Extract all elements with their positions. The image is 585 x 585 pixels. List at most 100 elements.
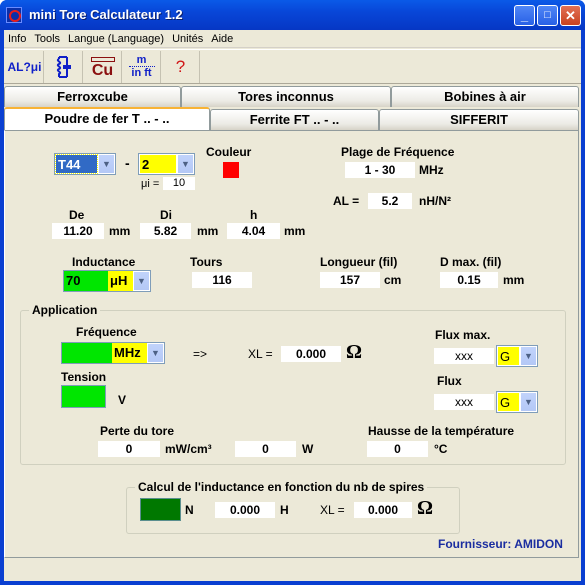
calc-xl-label: XL = <box>320 503 345 517</box>
chevron-down-icon[interactable]: ▼ <box>177 154 194 174</box>
unit-convert-button[interactable]: m in ft <box>123 51 161 83</box>
xl-value: 0.000 <box>281 346 341 362</box>
hausse-label: Hausse de la température <box>368 424 515 438</box>
client-area: Info Tools Langue (Language) Unités Aide… <box>4 30 581 581</box>
di-value: 5.82 <box>140 223 191 239</box>
perte-w-value: 0 <box>235 441 296 457</box>
flux-label: Flux <box>437 374 462 388</box>
inductance-label: Inductance <box>72 255 136 269</box>
tab-strip: Ferroxcube Tores inconnus Bobines à air … <box>4 86 581 130</box>
calc-h-unit: H <box>280 503 289 517</box>
unit-convert-icon: in ft <box>131 66 152 79</box>
inductance-unit: μH <box>108 271 133 291</box>
core-size-select[interactable]: T44 ▼ <box>54 153 116 175</box>
menu-langue[interactable]: Langue (Language) <box>64 30 168 47</box>
unit-top-label: m <box>128 54 155 67</box>
menu-info[interactable]: Info <box>4 30 30 47</box>
frequence-input[interactable] <box>62 343 112 363</box>
copper-wire-icon: Cu <box>91 61 114 79</box>
tab-tores-inconnus[interactable]: Tores inconnus <box>181 86 391 107</box>
chevron-down-icon[interactable]: ▼ <box>520 346 537 366</box>
flux-max-value: xxx <box>434 348 494 364</box>
n-label: N <box>185 503 194 517</box>
app-icon <box>6 7 22 23</box>
turns-input[interactable] <box>140 498 181 521</box>
flux-max-label: Flux max. <box>435 328 491 342</box>
di-label: Di <box>160 208 172 222</box>
freq-range-value: 1 - 30 <box>345 162 415 178</box>
toolbar: AL?μi Cu m in ft ? <box>4 49 581 84</box>
h-unit: mm <box>284 224 306 238</box>
color-label: Couleur <box>206 145 252 159</box>
ohm-icon: Ω <box>346 341 363 363</box>
minimize-button[interactable]: _ <box>514 5 535 26</box>
material-value: 2 <box>140 155 176 173</box>
flux-unit-select[interactable]: G ▼ <box>496 391 538 413</box>
tab-bobines-air[interactable]: Bobines à air <box>391 86 579 107</box>
inductance-input-combo[interactable]: 70 μH ▼ <box>63 270 151 292</box>
h-label: h <box>250 208 258 222</box>
dash-separator: - <box>125 155 130 171</box>
tours-label: Tours <box>190 255 223 269</box>
chevron-down-icon[interactable]: ▼ <box>147 343 164 363</box>
copper-wire-button[interactable]: Cu <box>84 51 122 83</box>
di-unit: mm <box>197 224 219 238</box>
chevron-down-icon[interactable]: ▼ <box>520 392 537 412</box>
tension-label: Tension <box>61 370 107 384</box>
al-mu-icon: AL?μi <box>7 60 42 74</box>
lc-circuit-icon <box>56 56 71 78</box>
maximize-button[interactable]: □ <box>537 5 558 26</box>
title-bar[interactable]: mini Tore Calculateur 1.2 _ □ ✕ <box>0 0 585 30</box>
h-value: 4.04 <box>227 223 280 239</box>
window-title: mini Tore Calculateur 1.2 <box>29 7 183 22</box>
tension-input[interactable] <box>61 385 106 408</box>
de-label: De <box>69 208 85 222</box>
calc-title: Calcul de l'inductance en fonction du nb… <box>135 480 428 494</box>
ohm-icon: Ω <box>417 497 434 519</box>
material-select[interactable]: 2 ▼ <box>138 153 195 175</box>
perte-mw-unit: mW/cm³ <box>165 442 212 456</box>
arrow-label: => <box>193 347 208 361</box>
tab-sifferit[interactable]: SIFFERIT <box>379 109 579 130</box>
flux-max-unit-select[interactable]: G ▼ <box>496 345 538 367</box>
flux-max-unit: G <box>498 347 519 365</box>
frequence-input-combo[interactable]: MHz ▼ <box>61 342 165 364</box>
chevron-down-icon[interactable]: ▼ <box>133 271 150 291</box>
menu-tools[interactable]: Tools <box>30 30 64 47</box>
de-value: 11.20 <box>52 223 104 239</box>
perte-w-unit: W <box>302 442 314 456</box>
tab-panel: T44 ▼ - 2 ▼ μi = 10 Couleur Plage de Fré… <box>4 130 579 558</box>
xl-label: XL = <box>248 347 273 361</box>
flux-unit: G <box>498 393 519 411</box>
tab-ferrite-ft[interactable]: Ferrite FT .. - .. <box>210 109 379 130</box>
menu-unites[interactable]: Unités <box>168 30 207 47</box>
longueur-value: 157 <box>320 272 380 288</box>
menu-bar: Info Tools Langue (Language) Unités Aide <box>4 30 581 48</box>
lc-circuit-button[interactable] <box>45 51 83 83</box>
perte-label: Perte du tore <box>100 424 175 438</box>
longueur-label: Longueur (fil) <box>320 255 398 269</box>
tab-ferroxcube[interactable]: Ferroxcube <box>4 86 181 107</box>
calc-group: Calcul de l'inductance en fonction du nb… <box>126 480 460 534</box>
dmax-value: 0.15 <box>440 272 498 288</box>
chevron-down-icon[interactable]: ▼ <box>98 154 115 174</box>
inductance-input[interactable]: 70 <box>64 271 108 291</box>
hausse-value: 0 <box>367 441 428 457</box>
application-title: Application <box>29 303 101 317</box>
close-button[interactable]: ✕ <box>560 5 581 26</box>
al-mu-button[interactable]: AL?μi <box>6 51 44 83</box>
mu-value: 10 <box>163 177 195 190</box>
de-unit: mm <box>109 224 131 238</box>
core-color-swatch <box>223 162 239 178</box>
menu-aide[interactable]: Aide <box>207 30 237 47</box>
dmax-unit: mm <box>503 273 525 287</box>
flux-value: xxx <box>434 394 494 410</box>
frequence-label: Fréquence <box>76 325 137 339</box>
help-button[interactable]: ? <box>162 51 200 83</box>
tab-poudre-fer[interactable]: Poudre de fer T .. - .. <box>4 107 210 130</box>
hausse-unit: °C <box>434 442 448 456</box>
al-label: AL = <box>333 194 360 208</box>
mu-label: μi = <box>141 178 160 190</box>
perte-mw-value: 0 <box>98 441 160 457</box>
app-window: mini Tore Calculateur 1.2 _ □ ✕ Info Too… <box>0 0 585 585</box>
